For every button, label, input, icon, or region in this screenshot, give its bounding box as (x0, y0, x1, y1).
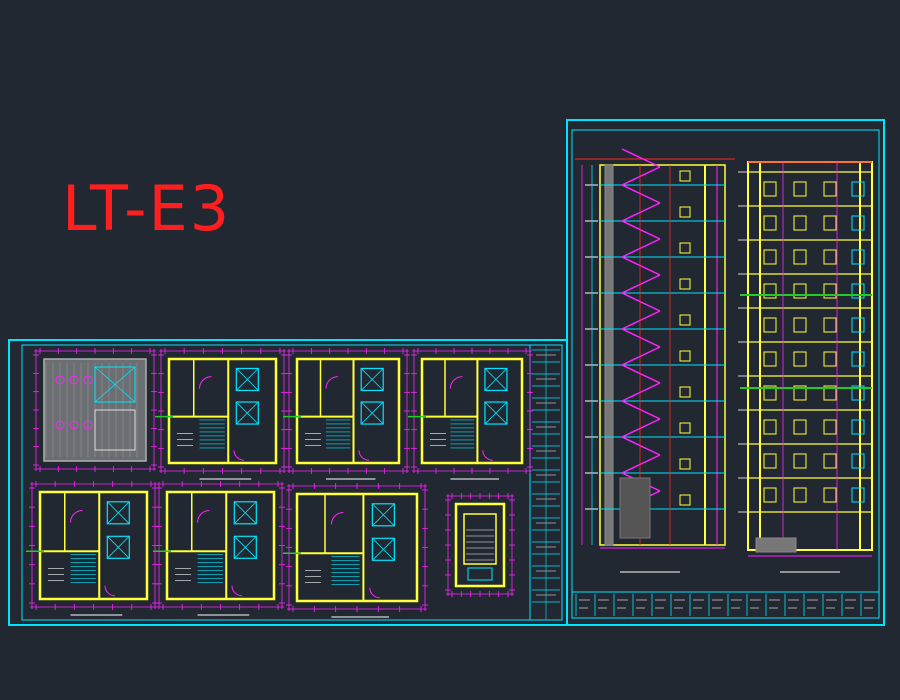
cad-model-space[interactable]: LT-E3 (0, 0, 900, 700)
staircase-section-view (575, 148, 735, 573)
floor-plan[interactable] (408, 348, 533, 480)
floor-plan[interactable] (445, 493, 515, 597)
floor-plan[interactable] (283, 348, 410, 480)
floor-plan[interactable] (155, 348, 287, 480)
floor-plan[interactable] (153, 481, 285, 616)
plans-title-block (529, 344, 563, 621)
plans-sheet[interactable] (8, 339, 568, 626)
floor-plan[interactable] (26, 481, 158, 616)
section-title-block (575, 594, 875, 616)
floor-plan[interactable] (283, 483, 428, 618)
building-elevation-view (738, 161, 873, 573)
section-elevation-sheet[interactable] (566, 119, 885, 626)
floor-plan[interactable] (33, 348, 157, 472)
cad-drawing-canvas[interactable] (0, 0, 900, 700)
